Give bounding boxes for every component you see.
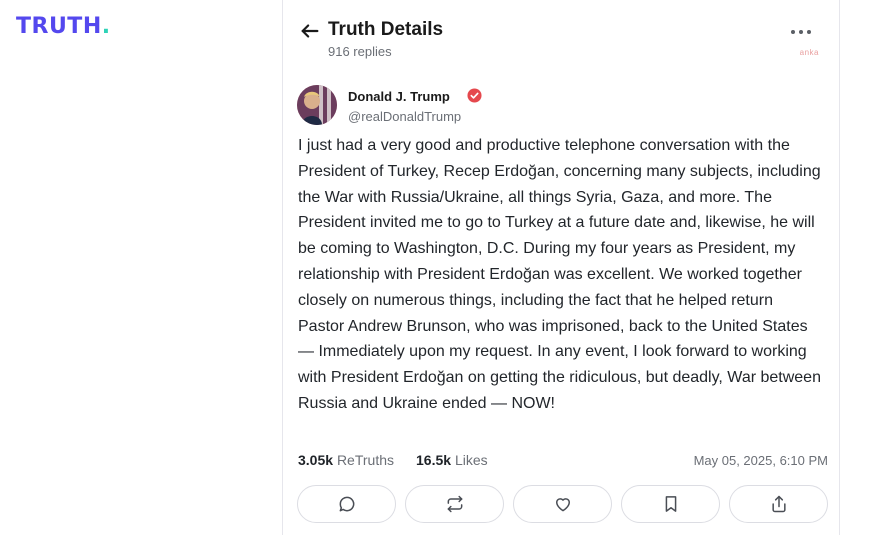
bookmark-icon: [665, 496, 676, 512]
logo-text: TRUTH: [16, 14, 102, 39]
comment-icon: [339, 496, 354, 512]
likes-label: Likes: [454, 452, 488, 468]
reply-count: 916 replies: [328, 44, 392, 59]
likes-stat[interactable]: 16.5k Likes: [416, 452, 488, 468]
heart-icon: [555, 498, 570, 512]
page-title: Truth Details: [328, 19, 444, 40]
more-horizontal-icon: [791, 30, 795, 34]
main-column: Truth Details 916 replies anka Donald J.…: [282, 0, 840, 535]
share-icon: [771, 495, 786, 513]
retruth-button[interactable]: [405, 485, 504, 523]
back-button[interactable]: [299, 20, 321, 42]
truth-social-logo[interactable]: TRUTH.: [16, 14, 111, 39]
like-button[interactable]: [513, 485, 612, 523]
post-body: I just had a very good and productive te…: [298, 137, 821, 412]
more-options-button[interactable]: [791, 22, 813, 42]
post-author: Donald J. Trump @realDonaldTrump: [297, 85, 817, 129]
action-bar: [297, 485, 828, 525]
logo-dot: .: [101, 14, 111, 39]
page-header: Truth Details 916 replies anka: [283, 14, 839, 64]
watermark: anka: [799, 48, 819, 57]
arrow-left-icon: [301, 24, 319, 38]
author-name[interactable]: Donald J. Trump: [348, 89, 450, 104]
post-stats: 3.05k ReTruths 16.5k Likes May 05, 2025,…: [298, 452, 828, 472]
verified-badge-icon: [467, 88, 482, 103]
avatar[interactable]: [297, 85, 337, 125]
share-button[interactable]: [729, 485, 828, 523]
retruths-stat[interactable]: 3.05k ReTruths: [298, 452, 394, 468]
post-timestamp: May 05, 2025, 6:10 PM: [693, 453, 828, 468]
reply-button[interactable]: [297, 485, 396, 523]
repost-icon: [447, 495, 462, 513]
likes-count: 16.5k: [416, 452, 452, 468]
bookmark-button[interactable]: [621, 485, 720, 523]
retruths-count: 3.05k: [298, 452, 334, 468]
author-handle[interactable]: @realDonaldTrump: [348, 109, 461, 124]
retruths-label: ReTruths: [336, 452, 394, 468]
